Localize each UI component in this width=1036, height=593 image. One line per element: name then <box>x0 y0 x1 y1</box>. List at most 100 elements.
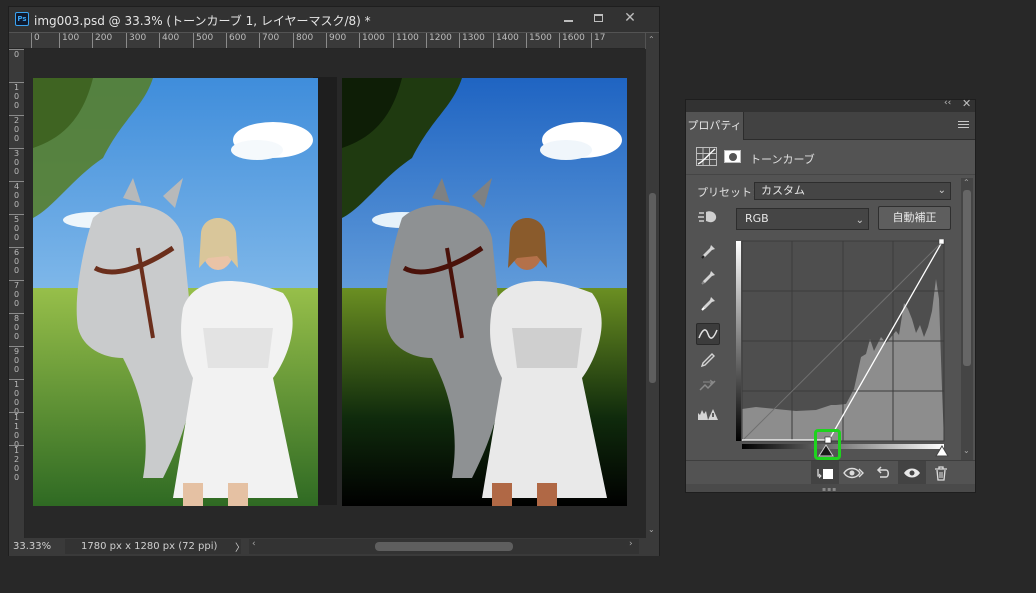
curves-adjustment-icon[interactable] <box>696 147 717 166</box>
horizontal-scroll-thumb[interactable] <box>375 542 513 551</box>
ruler-tick-label: 9 0 0 <box>9 346 24 374</box>
curve-graph-canvas[interactable] <box>736 239 948 451</box>
ruler-tick-label: 1400 <box>493 33 519 48</box>
ruler-tick-label: 1 0 0 0 <box>9 379 24 416</box>
adjusted-photo[interactable] <box>342 78 627 506</box>
maximize-button[interactable] <box>583 8 613 28</box>
view-previous-icon[interactable] <box>840 461 868 485</box>
panel-tab-row: プロパティ <box>686 112 975 140</box>
layer-mask-icon[interactable] <box>724 150 741 163</box>
ruler-tick-label: 8 0 0 <box>9 313 24 341</box>
curve-point-white[interactable] <box>938 239 945 245</box>
ruler-tick-label: 200 <box>92 33 112 48</box>
zoom-level-field[interactable]: 33.33% <box>13 540 61 554</box>
ruler-tick-label: 2 0 0 <box>9 115 24 143</box>
scroll-down-icon[interactable]: ⌄ <box>648 525 655 534</box>
pencil-icon[interactable] <box>696 349 720 371</box>
ruler-tick-label: 4 0 0 <box>9 181 24 209</box>
document-info: 1780 px x 1280 px (72 ppi) <box>65 539 241 554</box>
scroll-right-icon[interactable]: › <box>629 539 633 549</box>
preset-select[interactable]: カスタム ⌄ <box>754 182 951 200</box>
document-window: Ps img003.psd @ 33.3% (トーンカーブ 1, レイヤーマスク… <box>8 6 660 556</box>
scroll-up-icon[interactable]: ⌃ <box>963 178 970 187</box>
close-button[interactable]: ✕ <box>615 8 645 28</box>
scroll-left-icon[interactable]: ‹ <box>252 539 256 549</box>
close-panel-icon[interactable]: ✕ <box>962 97 971 110</box>
clipping-warning-icon[interactable] <box>696 403 720 425</box>
vertical-ruler[interactable]: 0 1 0 0 2 0 0 3 0 0 4 0 0 5 0 0 6 0 0 7 0 0 8 0 … <box>9 49 25 538</box>
ruler-tick-label: 1600 <box>559 33 585 48</box>
ruler-tick-label: 1100 <box>393 33 419 48</box>
ruler-tick-label: 600 <box>226 33 246 48</box>
ruler-tick-label: 300 <box>126 33 146 48</box>
eyedropper-gray-icon[interactable] <box>696 267 720 289</box>
curve-graph[interactable] <box>736 239 948 451</box>
targeted-adjustment-icon[interactable] <box>696 208 720 228</box>
horizontal-scrollbar[interactable]: ‹ › <box>249 539 639 554</box>
reset-icon[interactable] <box>869 461 897 485</box>
ruler-tick-label: 1 1 0 0 <box>9 412 24 449</box>
visibility-icon[interactable] <box>898 461 926 485</box>
grip-icon[interactable]: ▪▪▪ <box>822 486 837 493</box>
original-photo[interactable] <box>33 78 318 506</box>
canvas-area[interactable] <box>25 49 646 538</box>
channel-value: RGB <box>745 212 769 225</box>
smooth-icon[interactable] <box>696 375 720 397</box>
properties-panel: ‹‹ ✕ プロパティ トーンカーブ プリセット： カスタム ⌄ RGB ⌄ 自動… <box>685 97 976 493</box>
channel-select[interactable]: RGB ⌄ <box>736 208 869 230</box>
ruler-tick-label: 1300 <box>459 33 485 48</box>
status-bar: 33.33% 1780 px x 1280 px (72 ppi) 〉 ‹ › <box>9 538 659 556</box>
ruler-tick-label: 900 <box>326 33 346 48</box>
original-photo-image <box>33 78 318 506</box>
ruler-tick-label: 0 <box>31 33 40 48</box>
preset-value: カスタム <box>761 184 805 197</box>
maximize-icon <box>593 14 603 22</box>
ruler-tick-label: 800 <box>293 33 313 48</box>
panel-scroll-thumb[interactable] <box>963 190 971 366</box>
ruler-tick-label: 3 0 0 <box>9 148 24 176</box>
selected-point-highlight <box>814 429 841 460</box>
vertical-scrollbar[interactable]: ⌃ ⌄ <box>646 33 659 538</box>
chevron-down-icon: ⌄ <box>937 185 946 196</box>
ruler-tick-label: 500 <box>193 33 213 48</box>
document-title: img003.psd @ 33.3% (トーンカーブ 1, レイヤーマスク/8)… <box>34 14 371 28</box>
ruler-tick-label: 1000 <box>359 33 385 48</box>
ruler-tick-label: 100 <box>59 33 79 48</box>
minimize-icon <box>563 20 573 22</box>
vertical-scroll-thumb[interactable] <box>649 193 656 383</box>
tab-properties[interactable]: プロパティ <box>686 112 744 140</box>
input-gradient-bar <box>742 444 944 449</box>
chevron-down-icon: ⌄ <box>855 215 864 226</box>
horizontal-ruler[interactable]: 0 100 200 300 400 500 600 700 800 900 1000 1100 1200… <box>19 33 645 49</box>
ruler-tick-label: 1500 <box>526 33 552 48</box>
panel-menu-icon[interactable] <box>958 121 969 130</box>
adjustment-label: トーンカーブ <box>750 153 815 166</box>
minimize-button[interactable] <box>553 8 583 28</box>
collapse-panel-icon[interactable]: ‹‹ <box>944 98 951 108</box>
clip-to-layer-icon[interactable] <box>811 461 839 485</box>
curve-point-icon[interactable] <box>696 323 720 345</box>
scroll-down-icon[interactable]: ⌄ <box>963 446 970 455</box>
scroll-up-icon[interactable]: ⌃ <box>648 35 655 44</box>
photoshop-app-icon: Ps <box>15 12 29 26</box>
panel-header-bar[interactable]: ‹‹ ✕ <box>686 97 975 112</box>
document-titlebar[interactable]: Ps img003.psd @ 33.3% (トーンカーブ 1, レイヤーマスク… <box>9 7 659 32</box>
ruler-tick-label: 0 <box>9 49 24 59</box>
ruler-tick-label: 1 0 0 <box>9 82 24 110</box>
auto-button[interactable]: 自動補正 <box>878 206 951 230</box>
ruler-tick-label: 700 <box>259 33 279 48</box>
ruler-tick-label: 5 0 0 <box>9 214 24 242</box>
panel-scrollbar[interactable]: ⌃ ⌄ <box>961 178 973 460</box>
ruler-tick-label: 400 <box>159 33 179 48</box>
eyedropper-white-icon[interactable] <box>696 293 720 315</box>
trash-icon[interactable] <box>927 461 955 485</box>
status-menu-arrow-icon[interactable]: 〉 <box>235 539 245 554</box>
ruler-tick-label: 6 0 0 <box>9 247 24 275</box>
ruler-tick-label: 1 2 0 0 <box>9 445 24 482</box>
panel-resize-grip[interactable]: ▪▪▪ <box>686 484 975 493</box>
eyedropper-black-icon[interactable] <box>696 241 720 263</box>
white-point-slider[interactable] <box>935 445 949 458</box>
adjusted-photo-image <box>342 78 627 506</box>
ruler-tick-label: 1200 <box>426 33 452 48</box>
ruler-tick-label: 7 0 0 <box>9 280 24 308</box>
